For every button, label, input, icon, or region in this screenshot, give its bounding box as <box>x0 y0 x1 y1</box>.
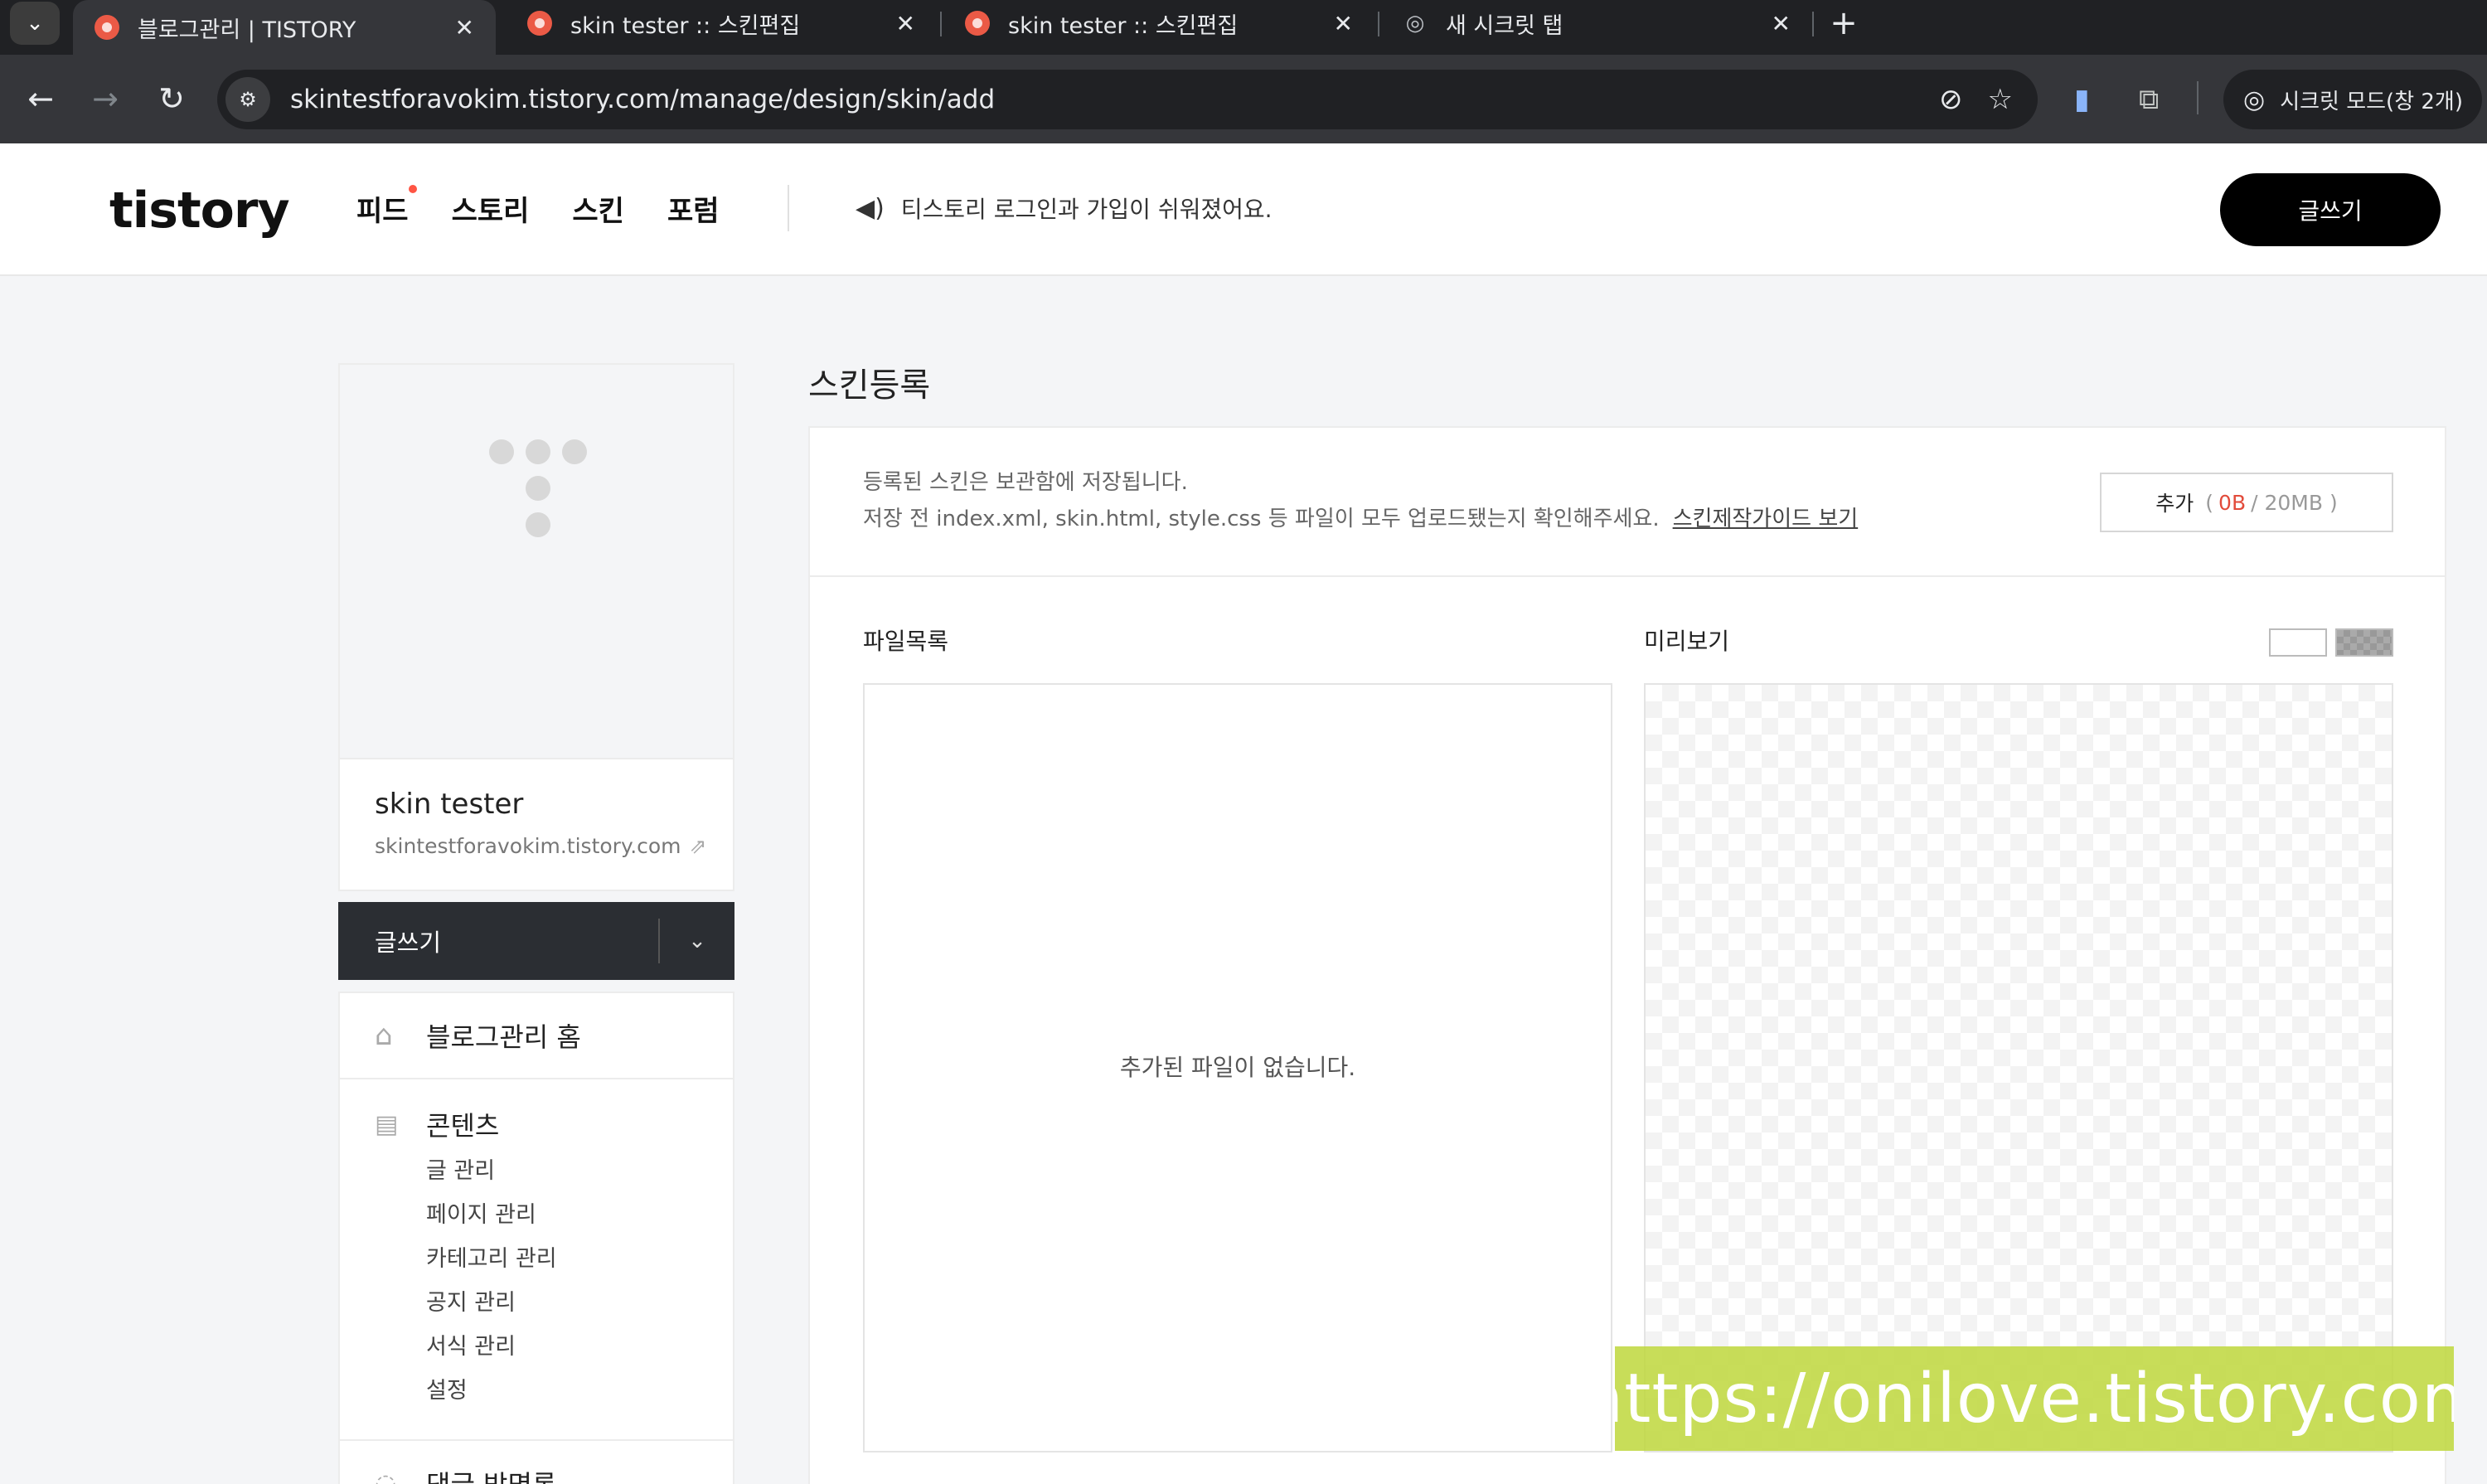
tistory-logo[interactable]: tistory <box>109 182 290 240</box>
blog-thumbnail <box>340 365 733 759</box>
tab-skin-edit-2[interactable]: skin tester :: 스킨편집 ✕ <box>943 0 1374 46</box>
extension-docs-icon[interactable]: ▮ <box>2074 83 2090 116</box>
tab-incognito[interactable]: ◎ 새 시크릿 탭 ✕ <box>1381 0 1812 46</box>
tab-divider <box>940 12 942 36</box>
home-icon: ⌂ <box>375 1019 393 1052</box>
preview-bg-white-toggle[interactable] <box>2269 628 2327 657</box>
eye-off-icon[interactable]: ⊘ <box>1939 83 1963 116</box>
skin-guide-link[interactable]: 스킨제작가이드 보기 <box>1673 507 1859 531</box>
preview-label: 미리보기 <box>1644 628 1730 655</box>
tab-title: 블로그관리 | TISTORY <box>138 17 356 43</box>
add-label: 추가 <box>2155 492 2194 516</box>
nav-item-forum[interactable]: 포럼 <box>667 188 720 229</box>
sidebar-item-category-manage[interactable]: 카테고리 관리 <box>426 1237 733 1281</box>
sidebar-section-contents: ▤ 콘텐츠 글 관리 페이지 관리 카테고리 관리 공지 관리 서식 관리 설정 <box>340 1079 733 1413</box>
tab-title: skin tester :: 스킨편집 <box>570 12 801 39</box>
sidebar-item-home[interactable]: ⌂ 블로그관리 홈 <box>340 993 733 1079</box>
sidebar-menu: ⌂ 블로그관리 홈 ▤ 콘텐츠 글 관리 페이지 관리 카테고리 관리 공지 관… <box>338 992 734 1484</box>
browser-toolbar: ← → ↻ ⚙ skintestforavokim.tistory.com/ma… <box>0 55 2487 143</box>
new-tab-button[interactable]: + <box>1824 3 1864 43</box>
incognito-profile-button[interactable]: ◎ 시크릿 모드(창 2개) <box>2223 70 2482 129</box>
tab-divider <box>1812 12 1814 36</box>
file-list-box[interactable]: 추가된 파일이 없습니다. <box>863 683 1612 1452</box>
header-write-button[interactable]: 글쓰기 <box>2220 173 2441 246</box>
sidebar-item-notice-manage[interactable]: 공지 관리 <box>426 1281 733 1325</box>
tab-search-button[interactable]: ⌄ <box>10 2 60 45</box>
sidebar-item-comments[interactable]: ◌ 댓글 방명록 <box>340 1439 733 1484</box>
header-divider <box>788 185 789 231</box>
tistory-favicon-icon <box>95 15 119 40</box>
tab-divider <box>1378 12 1379 36</box>
panel-divider <box>810 575 2445 577</box>
preview-bg-checker-toggle[interactable] <box>2335 628 2393 657</box>
tistory-favicon-icon <box>965 11 990 36</box>
arrow-left-icon: ← <box>27 80 54 117</box>
close-icon[interactable]: ✕ <box>1772 10 1791 37</box>
blog-name: skin tester <box>375 788 524 821</box>
forward-button[interactable]: → <box>83 76 128 121</box>
sidebar-item-template-manage[interactable]: 서식 관리 <box>426 1325 733 1369</box>
speech-bubble-icon: ◌ <box>375 1468 397 1484</box>
nav-item-story[interactable]: 스토리 <box>452 188 530 229</box>
watermark-text: https://onilove.tistory.com <box>1615 1346 2454 1451</box>
browser-tab-bar: ⌄ 블로그관리 | TISTORY ✕ skin tester :: 스킨편집 … <box>0 0 2487 55</box>
tistory-favicon-icon <box>527 11 552 36</box>
site-settings-icon[interactable]: ⚙ <box>225 77 270 122</box>
toolbar-divider <box>2197 81 2199 114</box>
info-line-2: 저장 전 index.xml, skin.html, style.css 등 파… <box>863 507 1660 531</box>
blog-url-link[interactable]: skintestforavokim.tistory.com ⇗ <box>375 834 706 858</box>
tab-title: skin tester :: 스킨편집 <box>1008 12 1239 39</box>
write-label: 글쓰기 <box>375 929 442 957</box>
external-link-icon: ⇗ <box>689 834 707 858</box>
sidebar-item-label: 댓글 방명록 <box>426 1464 556 1484</box>
sidebar-item-page-manage[interactable]: 페이지 관리 <box>426 1193 733 1237</box>
site-header: tistory 피드 스토리 스킨 포럼 ◀) 티스토리 로그인과 가입이 쉬워… <box>0 143 2487 276</box>
sidebar-item-label: 콘텐츠 <box>426 1110 500 1142</box>
reload-button[interactable]: ↻ <box>149 76 194 121</box>
tab-skin-edit-1[interactable]: skin tester :: 스킨편집 ✕ <box>506 0 937 46</box>
back-button[interactable]: ← <box>18 76 63 121</box>
sidebar-item-settings[interactable]: 설정 <box>426 1369 733 1413</box>
new-badge-dot <box>408 185 417 193</box>
chevron-down-icon: ⌄ <box>26 11 44 36</box>
total-size: / 20MB ) <box>2251 490 2338 515</box>
tab-blog-manage[interactable]: 블로그관리 | TISTORY ✕ <box>73 0 496 55</box>
nav-item-feed[interactable]: 피드 <box>356 185 417 229</box>
star-icon[interactable]: ☆ <box>1988 83 2013 116</box>
address-bar[interactable]: ⚙ skintestforavokim.tistory.com/manage/d… <box>217 70 2038 129</box>
empty-file-message: 추가된 파일이 없습니다. <box>1119 1054 1356 1081</box>
close-icon[interactable]: ✕ <box>455 14 474 41</box>
extensions-puzzle-icon[interactable]: ⧉ <box>2139 83 2159 116</box>
sidebar-item-contents[interactable]: ▤ 콘텐츠 <box>375 1099 733 1149</box>
reload-icon: ↻ <box>158 80 185 117</box>
chevron-down-icon[interactable]: ⌄ <box>660 929 734 953</box>
incognito-icon: ◎ <box>1405 11 1425 36</box>
tab-title: 새 시크릿 탭 <box>1446 12 1563 39</box>
used-size: 0B <box>2218 490 2247 515</box>
main-nav: 피드 스토리 스킨 포럼 <box>356 185 720 229</box>
file-list-label: 파일목록 <box>863 628 949 655</box>
blog-profile-card: skin tester skintestforavokim.tistory.co… <box>338 363 734 891</box>
add-file-button[interactable]: 추가 ( 0B / 20MB ) <box>2100 473 2393 532</box>
plus-icon: + <box>1830 4 1858 42</box>
document-icon: ▤ <box>375 1109 399 1139</box>
speaker-icon: ◀) <box>856 193 885 223</box>
preview-box <box>1644 683 2393 1452</box>
url-text[interactable]: skintestforavokim.tistory.com/manage/des… <box>290 85 1939 114</box>
incognito-icon: ◎ <box>2243 85 2266 114</box>
sidebar-write-button[interactable]: 글쓰기 ⌄ <box>338 902 734 980</box>
close-icon[interactable]: ✕ <box>1334 10 1353 37</box>
nav-item-skin[interactable]: 스킨 <box>572 188 624 229</box>
incognito-label: 시크릿 모드(창 2개) <box>2280 89 2463 114</box>
close-icon[interactable]: ✕ <box>896 10 915 37</box>
info-line-1: 등록된 스킨은 보관함에 저장됩니다. <box>863 470 1188 495</box>
notice-text: 티스토리 로그인과 가입이 쉬워졌어요. <box>900 196 1273 223</box>
skin-register-panel: 등록된 스킨은 보관함에 저장됩니다. 저장 전 index.xml, skin… <box>808 426 2446 1484</box>
sidebar-item-post-manage[interactable]: 글 관리 <box>426 1149 733 1193</box>
page-title: 스킨등록 <box>808 366 931 405</box>
header-notice[interactable]: ◀) 티스토리 로그인과 가입이 쉬워졌어요. <box>856 192 1273 225</box>
info-text: 등록된 스킨은 보관함에 저장됩니다. 저장 전 index.xml, skin… <box>863 464 1858 537</box>
sidebar-item-label: 블로그관리 홈 <box>426 1021 581 1053</box>
arrow-right-icon: → <box>92 80 119 117</box>
